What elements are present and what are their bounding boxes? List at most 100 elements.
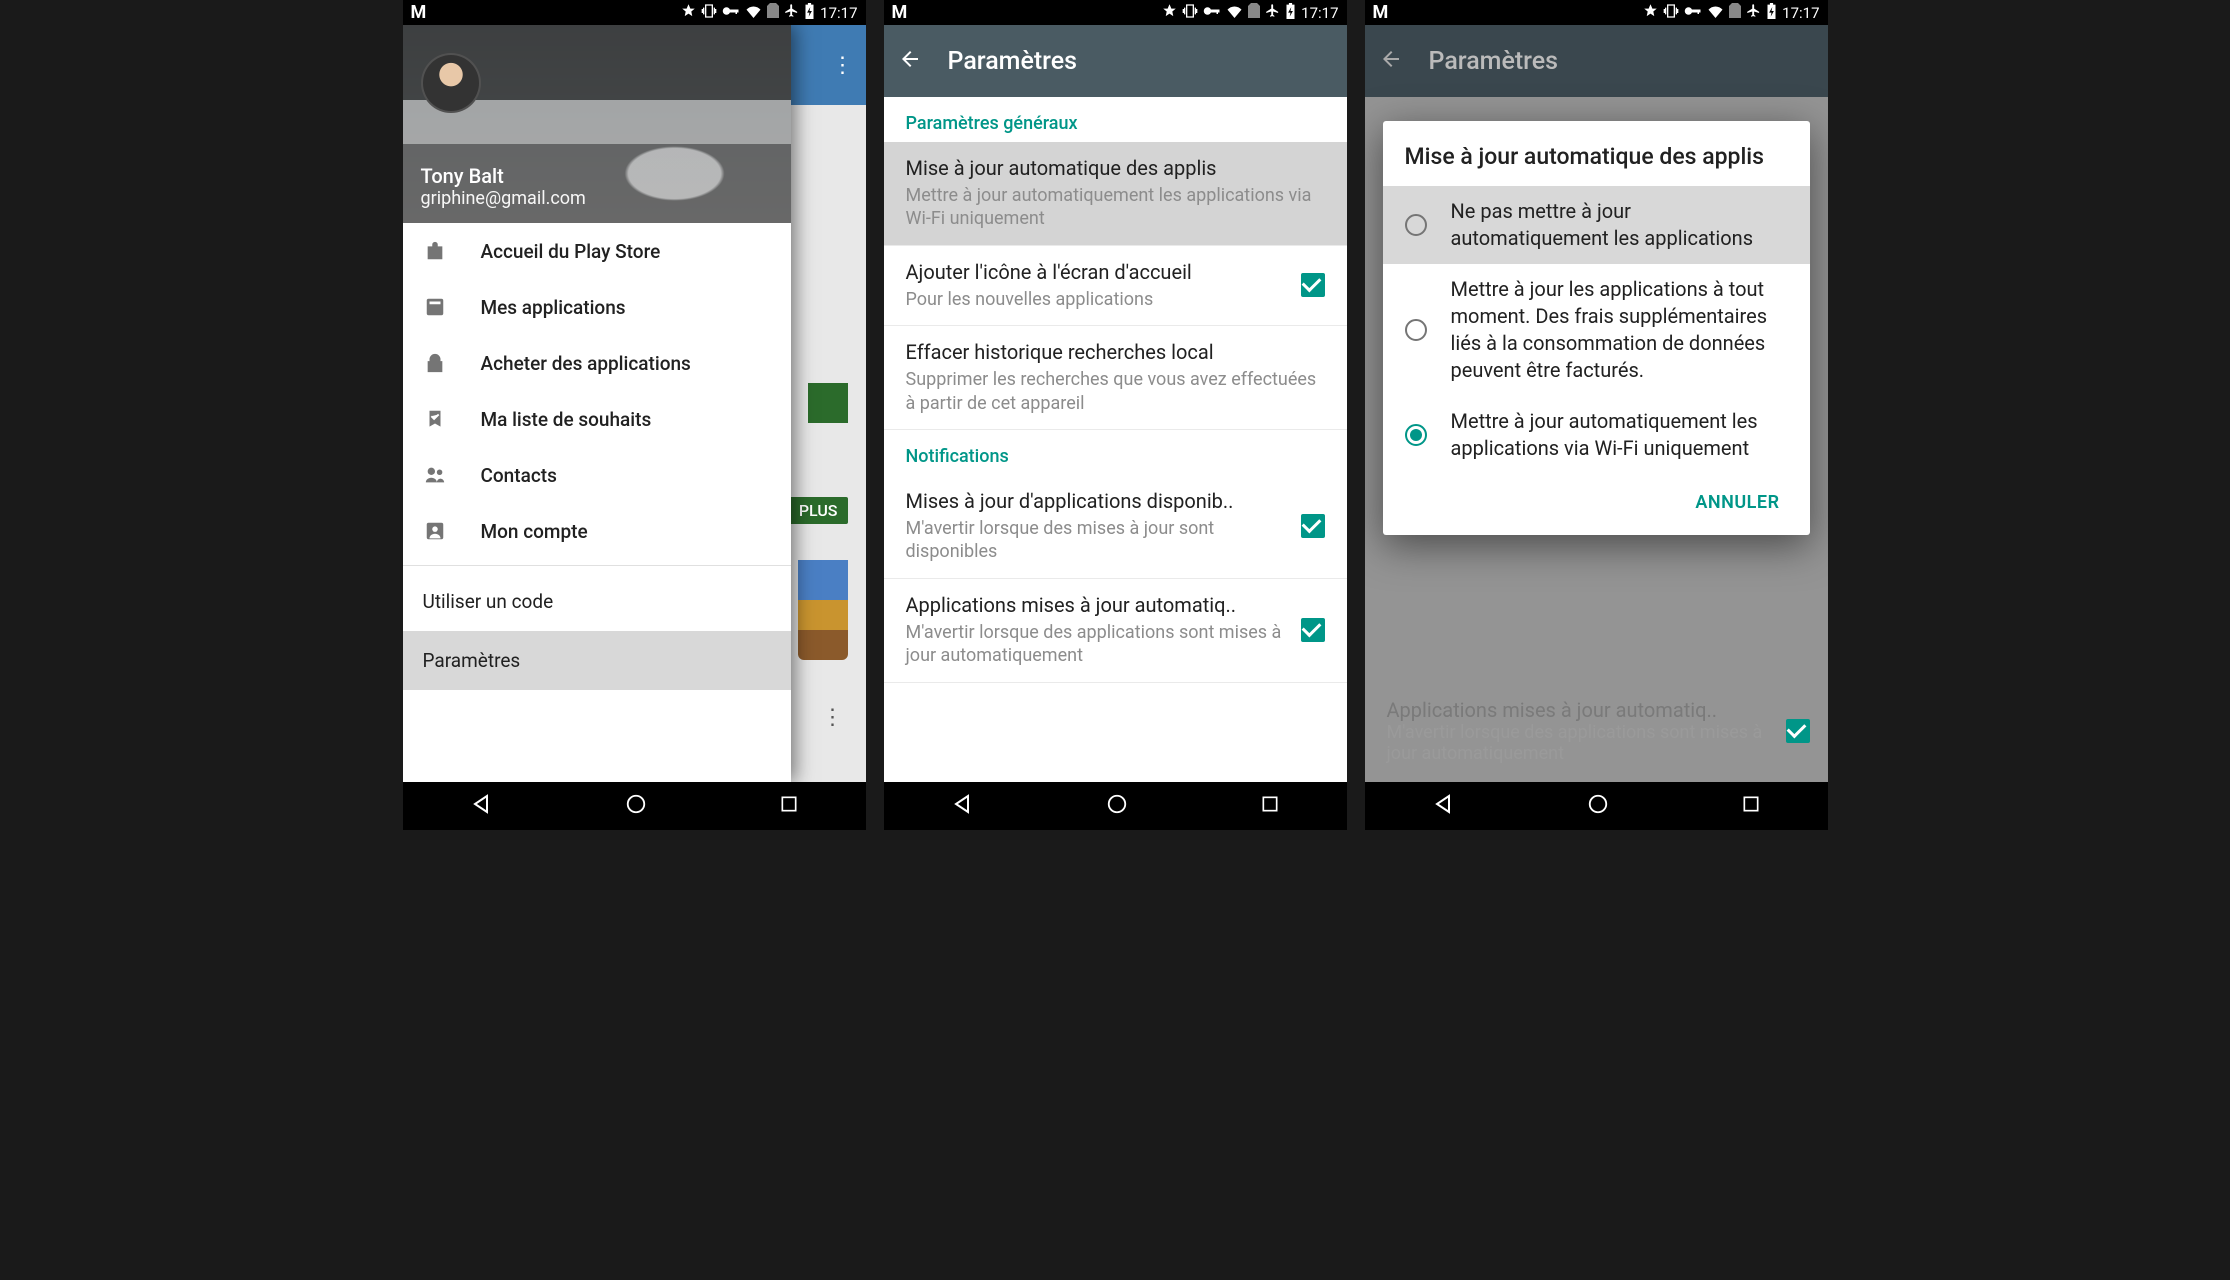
drawer-item-shop[interactable]: Acheter des applications	[403, 335, 791, 391]
bg-install-button	[808, 383, 848, 423]
phone-3: M 17:17 Paramètres Applications mises à …	[1365, 0, 1828, 830]
setting-updates-available[interactable]: Mises à jour d'applications disponib.. M…	[884, 475, 1347, 579]
drawer-item-redeem[interactable]: Utiliser un code	[403, 572, 791, 631]
setting-title: Mise à jour automatique des applis	[906, 156, 1325, 180]
radio-label: Ne pas mettre à jour automatiquement les…	[1451, 198, 1788, 252]
setting-add-icon[interactable]: Ajouter l'icône à l'écran d'accueil Pour…	[884, 246, 1347, 326]
nav-home-icon[interactable]	[1106, 793, 1128, 819]
bag-icon	[423, 239, 447, 263]
setting-auto-update[interactable]: Mise à jour automatique des applis Mettr…	[884, 142, 1347, 246]
avatar[interactable]	[421, 53, 481, 113]
nav-back-icon[interactable]	[950, 792, 974, 820]
setting-subtitle: M'avertir lorsque des applications sont …	[1387, 722, 1772, 764]
setting-title: Ajouter l'icône à l'écran d'accueil	[906, 260, 1287, 284]
setting-title: Applications mises à jour automatiq..	[1387, 698, 1772, 722]
checkbox-icon	[1786, 719, 1810, 743]
setting-apps-auto-updated[interactable]: Applications mises à jour automatiq.. M'…	[884, 579, 1347, 683]
wifi-icon	[1226, 4, 1243, 22]
radio-icon	[1405, 214, 1427, 236]
status-bar: M 17:17	[403, 0, 866, 25]
overflow-menu-icon-2[interactable]: ⋮	[822, 705, 844, 730]
system-nav-bar	[403, 782, 866, 830]
status-time: 17:17	[1782, 4, 1819, 22]
battery-charging-icon	[804, 3, 815, 23]
setting-subtitle: Pour les nouvelles applications	[906, 288, 1287, 311]
checkbox-icon[interactable]	[1301, 514, 1325, 538]
m-logo-icon: M	[411, 2, 427, 23]
drawer-item-label: Accueil du Play Store	[481, 240, 661, 263]
navigation-drawer: Tony Balt griphine@gmail.com Accueil du …	[403, 25, 791, 782]
nav-home-icon[interactable]	[1587, 793, 1609, 819]
vibrate-icon	[1663, 3, 1679, 23]
bg-app-icon	[798, 560, 848, 660]
drawer-separator	[403, 565, 791, 566]
android-shop-icon	[423, 351, 447, 375]
vibrate-icon	[701, 3, 717, 23]
drawer-item-account[interactable]: Mon compte	[403, 503, 791, 559]
setting-clear-history[interactable]: Effacer historique recherches local Supp…	[884, 326, 1347, 430]
drawer-item-home[interactable]: Accueil du Play Store	[403, 223, 791, 279]
setting-subtitle: M'avertir lorsque des applications sont …	[906, 621, 1287, 668]
radio-option-never[interactable]: Ne pas mettre à jour automatiquement les…	[1383, 186, 1810, 264]
dialog-actions: ANNULER	[1383, 474, 1810, 525]
drawer-header[interactable]: Tony Balt griphine@gmail.com	[403, 25, 791, 223]
star-icon	[1162, 3, 1177, 22]
drawer-item-label: Acheter des applications	[481, 352, 691, 375]
dialog-title: Mise à jour automatique des applis	[1383, 121, 1810, 186]
checkbox-icon[interactable]	[1301, 618, 1325, 642]
airplane-icon	[1265, 3, 1280, 22]
drawer-item-label: Mes applications	[481, 296, 626, 319]
setting-subtitle: Supprimer les recherches que vous avez e…	[906, 368, 1325, 415]
drawer-item-wishlist[interactable]: Ma liste de souhaits	[403, 391, 791, 447]
radio-label: Mettre à jour les applications à tout mo…	[1451, 276, 1788, 384]
radio-selected-icon	[1405, 424, 1427, 446]
radio-option-anytime[interactable]: Mettre à jour les applications à tout mo…	[1383, 264, 1810, 396]
setting-title: Mises à jour d'applications disponib..	[906, 489, 1287, 513]
drawer-item-contacts[interactable]: Contacts	[403, 447, 791, 503]
back-arrow-icon	[1379, 47, 1403, 75]
system-nav-bar	[884, 782, 1347, 830]
page-title: Paramètres	[1429, 47, 1559, 76]
user-name: Tony Balt	[421, 164, 773, 188]
radio-option-wifi[interactable]: Mettre à jour automatiquement les applic…	[1383, 396, 1810, 474]
airplane-icon	[1746, 3, 1761, 22]
overflow-menu-icon[interactable]: ⋮	[832, 53, 854, 78]
checkbox-icon[interactable]	[1301, 273, 1325, 297]
section-header-general: Paramètres généraux	[884, 97, 1347, 142]
drawer-item-label: Utiliser un code	[423, 590, 554, 613]
status-time: 17:17	[1301, 4, 1338, 22]
screen3-body: Paramètres Applications mises à jour aut…	[1365, 25, 1828, 782]
key-icon	[1203, 4, 1221, 22]
phone-1: M 17:17 ⋮ s PLUS ⋮ Tony Balt	[403, 0, 866, 830]
nav-back-icon[interactable]	[1431, 792, 1455, 820]
sim-disabled-icon	[767, 3, 779, 22]
wifi-icon	[745, 4, 762, 22]
cancel-button[interactable]: ANNULER	[1685, 484, 1789, 521]
m-logo-icon: M	[892, 2, 908, 23]
bg-plus-badge: PLUS	[789, 497, 848, 524]
nav-back-icon[interactable]	[469, 792, 493, 820]
key-icon	[1684, 4, 1702, 22]
radio-icon	[1405, 319, 1427, 341]
vibrate-icon	[1182, 3, 1198, 23]
back-arrow-icon[interactable]	[898, 47, 922, 75]
apps-icon	[423, 295, 447, 319]
drawer-item-my-apps[interactable]: Mes applications	[403, 279, 791, 335]
wifi-icon	[1707, 4, 1724, 22]
drawer-item-settings[interactable]: Paramètres	[403, 631, 791, 690]
screen1-body: ⋮ s PLUS ⋮ Tony Balt griphine@gmail.com …	[403, 25, 866, 782]
status-time: 17:17	[820, 4, 857, 22]
radio-label: Mettre à jour automatiquement les applic…	[1451, 408, 1788, 462]
nav-recent-icon[interactable]	[779, 794, 799, 818]
drawer-items: Accueil du Play Store Mes applications A…	[403, 223, 791, 782]
nav-recent-icon[interactable]	[1260, 794, 1280, 818]
status-bar: M 17:17	[884, 0, 1347, 25]
status-bar: M 17:17	[1365, 0, 1828, 25]
nav-recent-icon[interactable]	[1741, 794, 1761, 818]
screen2-body: Paramètres Paramètres généraux Mise à jo…	[884, 25, 1347, 782]
dialog-auto-update: Mise à jour automatique des applis Ne pa…	[1383, 121, 1810, 535]
account-icon	[423, 519, 447, 543]
people-icon	[423, 463, 447, 487]
battery-charging-icon	[1285, 3, 1296, 23]
nav-home-icon[interactable]	[625, 793, 647, 819]
